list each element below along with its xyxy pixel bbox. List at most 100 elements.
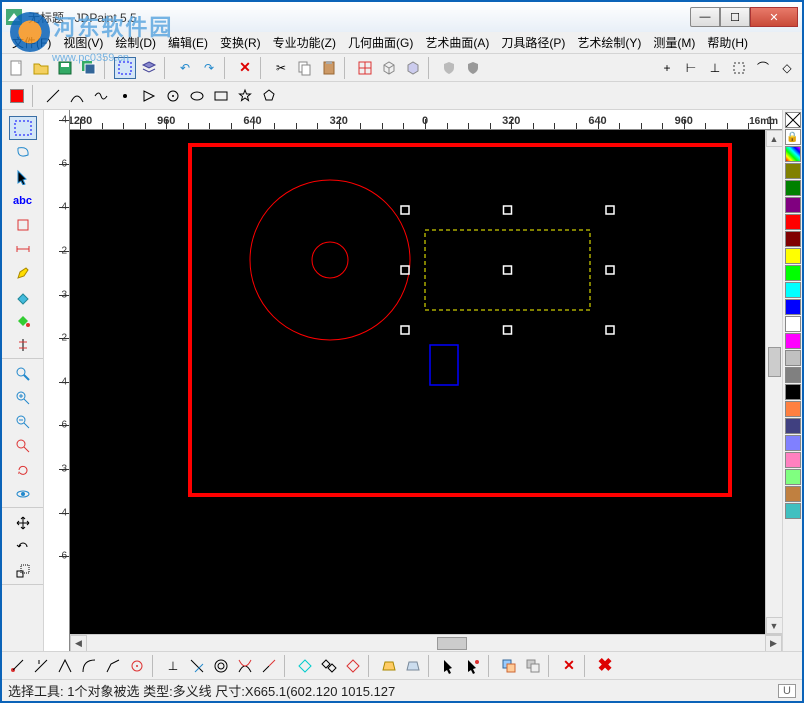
menu-item-2[interactable]: 绘制(D) [109,32,162,53]
menu-item-7[interactable]: 艺术曲面(A) [419,32,495,53]
drawing-canvas[interactable] [70,130,765,634]
menu-item-10[interactable]: 测量(M) [647,32,701,53]
minimize-button[interactable]: — [690,7,720,27]
color-swatch-9[interactable] [785,316,801,332]
arc-tool-button[interactable] [66,85,88,107]
visibility-tool[interactable] [12,483,34,505]
selection-handle[interactable] [504,206,512,214]
color-swatch-10[interactable] [785,333,801,349]
cancel-button[interactable]: ✕ [558,655,580,677]
color-swatch-19[interactable] [785,486,801,502]
rotate-tool[interactable] [12,536,34,558]
pick-node-button[interactable] [462,655,484,677]
inner-circle[interactable] [312,242,348,278]
close-button[interactable]: ✕ [750,7,798,27]
color-swatch-14[interactable] [785,401,801,417]
ellipse-tool-button[interactable] [186,85,208,107]
maximize-button[interactable]: ☐ [720,7,750,27]
intersect-curves-button[interactable] [234,655,256,677]
scroll-up-arrow-icon[interactable]: ▲ [766,130,783,147]
scroll-thumb[interactable] [437,637,467,650]
fill-tool[interactable] [12,310,34,332]
fillet-button[interactable] [78,655,100,677]
color-swatch-11[interactable] [785,350,801,366]
dimension-tool[interactable] [12,238,34,260]
selection-handle[interactable] [606,326,614,334]
scroll-down-arrow-icon[interactable]: ▼ [766,617,783,634]
color-swatch-20[interactable] [785,503,801,519]
snap-tangent-button[interactable]: ⌒ [752,57,774,79]
spline-tool-button[interactable] [90,85,112,107]
color-swatch-12[interactable] [785,367,801,383]
break-curve-button[interactable] [258,655,280,677]
edge-trim-button[interactable] [30,655,52,677]
zoom-in-tool[interactable] [12,387,34,409]
snap-endpoint-button[interactable]: + [656,57,678,79]
layer-button[interactable] [138,57,160,79]
triangle-tool-button[interactable] [138,85,160,107]
undo-button[interactable]: ↶ [174,57,196,79]
chamfer-button[interactable] [102,655,124,677]
concentric-button[interactable] [210,655,232,677]
redo-button[interactable]: ↷ [198,57,220,79]
scroll-left-arrow-icon[interactable]: ◀ [70,635,87,652]
extrude-button[interactable] [378,655,400,677]
eraser-tool[interactable] [12,286,34,308]
selection-handle[interactable] [401,206,409,214]
tangent-line-button[interactable] [186,655,208,677]
refresh-tool[interactable] [12,459,34,481]
outer-rectangle[interactable] [190,145,730,495]
pick-tool-button[interactable] [438,655,460,677]
grid-toggle-button[interactable] [354,57,376,79]
paste-button[interactable] [318,57,340,79]
star-tool-button[interactable] [234,85,256,107]
snap-node-button[interactable] [6,655,28,677]
save-file-button[interactable] [54,57,76,79]
move-tool[interactable] [12,512,34,534]
color-swatch-13[interactable] [785,384,801,400]
lasso-tool[interactable] [12,142,34,164]
snap-intersection-button[interactable]: ◇ [776,57,798,79]
text-tool[interactable]: abc [12,190,34,212]
zoom-out-tool[interactable] [12,411,34,433]
menu-item-5[interactable]: 专业功能(Z) [267,32,342,53]
color-swatch-2[interactable] [785,197,801,213]
lock-icon[interactable]: 🔒 [785,129,801,145]
layer-off-button[interactable] [522,655,544,677]
current-color-button[interactable] [6,85,28,107]
menu-item-9[interactable]: 艺术绘制(Y) [571,32,647,53]
scroll-thumb[interactable] [768,347,781,377]
color-swatch-3[interactable] [785,214,801,230]
cut-button[interactable]: ✂ [270,57,292,79]
diamond-cyan-button[interactable] [294,655,316,677]
selection-handle[interactable] [606,266,614,274]
shield-icon[interactable] [438,57,460,79]
color-swatch-8[interactable] [785,299,801,315]
pointer-tool[interactable] [12,166,34,188]
selection-handle[interactable] [606,206,614,214]
pen-tool[interactable] [12,262,34,284]
layer-manage-button[interactable] [498,655,520,677]
menu-item-6[interactable]: 几何曲面(G) [342,32,419,53]
open-file-button[interactable] [30,57,52,79]
new-file-button[interactable] [6,57,28,79]
hatch-tool[interactable] [12,334,34,356]
color-swatch-17[interactable] [785,452,801,468]
selection-handle[interactable] [504,326,512,334]
scroll-right-arrow-icon[interactable]: ▶ [765,635,782,652]
outer-circle[interactable] [250,180,410,340]
zoom-fit-tool[interactable] [12,435,34,457]
delete-button[interactable]: ✕ [234,57,256,79]
color-swatch-5[interactable] [785,248,801,264]
rectangle-tool-button[interactable] [210,85,232,107]
corner-button[interactable] [54,655,76,677]
diamond-red-button[interactable] [342,655,364,677]
vertical-scrollbar[interactable]: ▲ ▼ [765,130,782,634]
selected-rectangle[interactable] [425,230,590,310]
save-all-button[interactable] [78,57,100,79]
menu-item-3[interactable]: 编辑(E) [162,32,214,53]
diamond-pair-button[interactable] [318,655,340,677]
snap-box-button[interactable] [728,57,750,79]
blue-rectangle[interactable] [430,345,458,385]
horizontal-scrollbar[interactable]: ◀ ▶ [70,634,782,651]
